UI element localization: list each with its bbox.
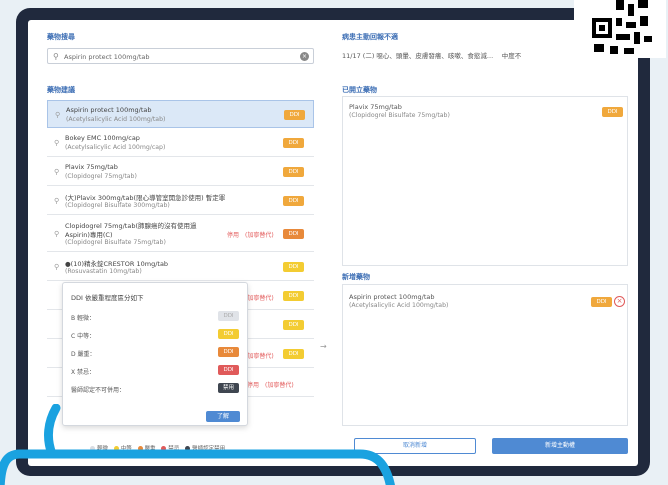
drug-name: Bokey EMC 100mg/cap (65, 134, 140, 142)
active-reminder-title: 病患主動回報不適 (342, 33, 398, 41)
ddi-badge: DDI (218, 329, 239, 339)
qr-code (574, 0, 666, 58)
drug-search-input[interactable]: ⚲ Aspirin protect 100mg/tab × (47, 48, 314, 64)
prescribed-drugs-title: 已開立藥物 (342, 86, 377, 94)
speech-bubble-outline (0, 404, 395, 485)
suggestion-item[interactable]: ⚲ Aspirin protect 100mg/tab (Acetylsalic… (47, 100, 314, 128)
popup-title: DDI 依嚴重程度區分如下 (71, 294, 144, 302)
clear-icon[interactable]: × (300, 52, 309, 61)
discontinued-note: 停用 (加寧替代) (227, 232, 274, 239)
new-drug-generic: (Acetylsalicylic Acid 100mg/tab) (349, 302, 449, 309)
app-screen: 藥物搜尋 ⚲ Aspirin protect 100mg/tab × 藥物建議 … (28, 20, 638, 466)
level-label: C 中等： (71, 333, 96, 340)
drug-suggestions-title: 藥物建議 (47, 86, 75, 94)
drug-name: (大)Plavix 300mg/tab(限心導管室開急診使用) 暫定罪 (65, 194, 226, 202)
drug-search-title: 藥物搜尋 (47, 33, 75, 41)
suggestion-item[interactable]: ⚲ Clopidogrel 75mg/tab(肺腺癌的沒有使用過 Aspirin… (47, 216, 314, 252)
prescribed-drug-name: Plavix 75mg/tab (349, 103, 402, 111)
search-icon: ⚲ (54, 168, 60, 176)
search-icon: ⚲ (54, 230, 60, 238)
ddi-badge[interactable]: DDI (283, 349, 304, 359)
ddi-badge[interactable]: DDI (283, 229, 304, 239)
suggestion-item[interactable]: ⚲ Plavix 75mg/tab (Clopidogrel 75mg/tab)… (47, 158, 314, 186)
ddi-badge: DDI (218, 311, 239, 321)
search-icon: ⚲ (55, 111, 61, 119)
level-label: D 嚴重： (71, 351, 96, 358)
suggestion-item[interactable]: ⚲ ●(10)精永錠CRESTOR 10mg/tab (Rosuvastatin… (47, 253, 314, 281)
drug-name: ●(10)精永錠CRESTOR 10mg/tab (65, 260, 169, 268)
drug-generic: (Rosuvastatin 10mg/tab) (65, 268, 142, 275)
ddi-badge[interactable]: DDI (283, 262, 304, 272)
discontinued-note: 停用 (加寧替代) (247, 382, 294, 389)
level-label: 醫師認定不可併用： (71, 387, 126, 394)
search-icon: ⚲ (53, 52, 59, 61)
suggestion-item[interactable]: ⚲ (大)Plavix 300mg/tab(限心導管室開急診使用) 暫定罪 (C… (47, 187, 314, 215)
discontinued-note: (加寧替代) (245, 295, 274, 302)
level-label: X 禁忌： (71, 369, 96, 376)
drug-generic: (Clopidogrel 75mg/tab) (65, 173, 137, 180)
discontinued-note: (加寧替代) (245, 353, 274, 360)
ddi-badge[interactable]: DDI (283, 291, 304, 301)
ddi-badge[interactable]: DDI (602, 107, 623, 117)
new-drug-name: Aspirin protect 100mg/tab (349, 293, 435, 301)
ddi-badge[interactable]: DDI (284, 110, 305, 120)
confirm-button[interactable]: 新增主動權 (492, 438, 628, 454)
drug-generic: (Clopidogrel Bisulfate 75mg/tab) (65, 239, 166, 246)
prescribed-drug-generic: (Clopidogrel Bisulfate 75mg/tab) (349, 112, 450, 119)
drug-name: Plavix 75mg/tab (65, 163, 118, 171)
ddi-badge[interactable]: DDI (283, 138, 304, 148)
remove-icon[interactable]: × (614, 296, 625, 307)
search-icon: ⚲ (54, 139, 60, 147)
drug-generic: (Acetylsalicylic Acid 100mg/cap) (65, 144, 166, 151)
suggestion-item[interactable]: ⚲ Bokey EMC 100mg/cap (Acetylsalicylic A… (47, 129, 314, 157)
ddi-badge[interactable]: DDI (591, 297, 612, 307)
reminder-text: 11/17 (二) 噁心、頭暈、皮膚發癢、咳嗽、食慾減... 中度不 (342, 52, 522, 60)
ddi-badge[interactable]: DDI (283, 167, 304, 177)
arrow-right-icon: → (320, 342, 327, 351)
drug-generic: (Acetylsalicylic Acid 100mg/tab) (66, 116, 166, 123)
prohibited-badge: 禁用 (218, 383, 239, 393)
ddi-badge[interactable]: DDI (283, 320, 304, 330)
search-icon: ⚲ (54, 263, 60, 271)
drug-generic: (Clopidogrel Bisulfate 300mg/tab) (65, 202, 170, 209)
ddi-badge[interactable]: DDI (283, 196, 304, 206)
new-drugs-title: 新增藥物 (342, 273, 370, 281)
search-value: Aspirin protect 100mg/tab (64, 53, 150, 61)
prescribed-drugs-panel: Plavix 75mg/tab (Clopidogrel Bisulfate 7… (342, 96, 628, 266)
drug-name-cont: Aspirin)專用(C) (65, 231, 113, 239)
search-icon: ⚲ (54, 197, 60, 205)
ddi-badge: DDI (218, 365, 239, 375)
drug-name: Aspirin protect 100mg/tab (66, 106, 152, 114)
level-label: B 輕微： (71, 315, 96, 322)
ddi-badge: DDI (218, 347, 239, 357)
